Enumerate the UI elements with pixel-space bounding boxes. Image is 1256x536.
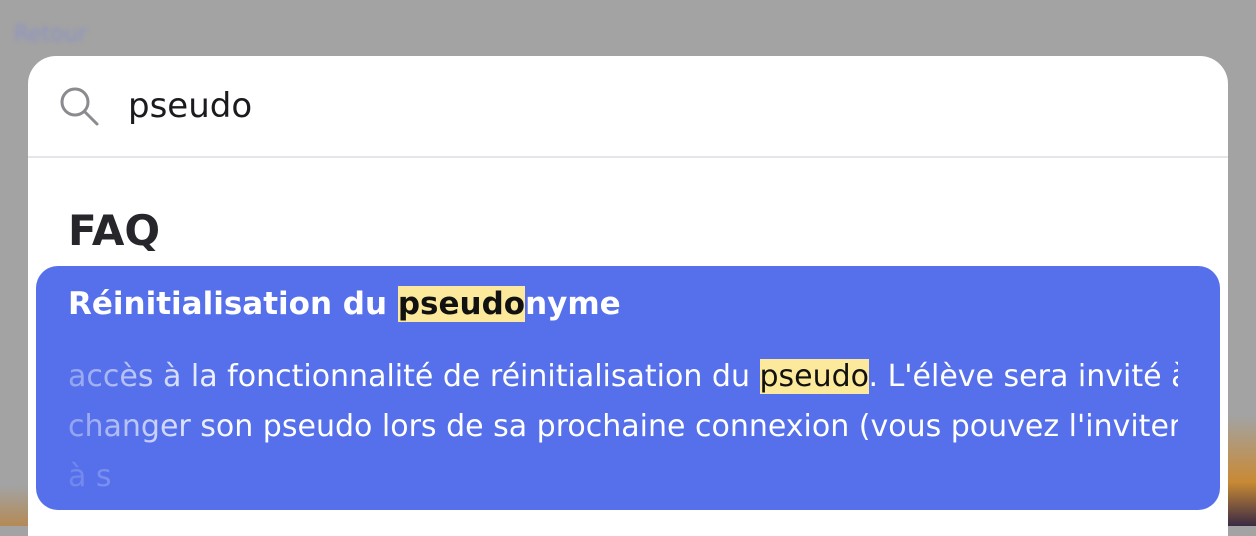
- desc-line1-before: accès à la fonctionnalité de réinitialis…: [68, 359, 760, 394]
- result-title: Réinitialisation du pseudonyme: [68, 286, 621, 322]
- result-description: accès à la fonctionnalité de réinitialis…: [68, 352, 1189, 502]
- search-bar: [28, 56, 1228, 158]
- result-desc-line-1: accès à la fonctionnalité de réinitialis…: [68, 352, 1189, 402]
- search-icon: [58, 85, 100, 127]
- result-title-after: nyme: [525, 286, 621, 322]
- result-title-before: Réinitialisation du: [68, 286, 398, 322]
- desc-line1-highlight: pseudo: [759, 359, 869, 394]
- search-modal: FAQ Réinitialisation du pseudonyme accès…: [28, 56, 1228, 536]
- backdrop-decoration-left: [0, 486, 30, 526]
- search-input[interactable]: [126, 85, 1130, 127]
- desc-line1-after: . L'élève sera invité à: [868, 359, 1190, 394]
- result-desc-line-2: changer son pseudo lors de sa prochaine …: [68, 409, 1182, 444]
- section-title-faq: FAQ: [68, 206, 161, 255]
- backdrop-decoration: [1224, 416, 1256, 526]
- result-title-highlight: pseudo: [397, 286, 526, 322]
- result-desc-line-3: à s: [68, 459, 112, 494]
- faq-result-item[interactable]: Réinitialisation du pseudonyme accès à l…: [36, 266, 1220, 510]
- backdrop-link: Retour: [14, 22, 87, 47]
